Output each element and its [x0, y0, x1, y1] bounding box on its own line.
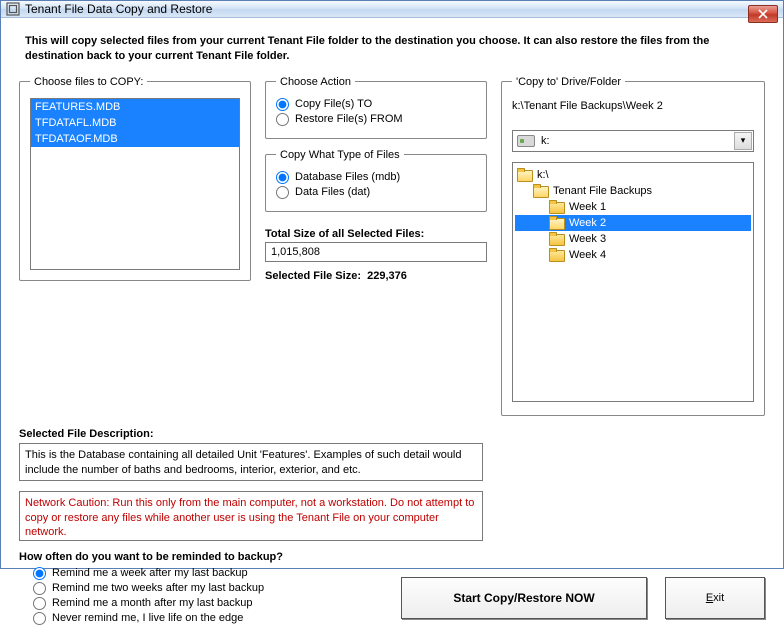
chevron-down-icon[interactable]: ▾	[734, 132, 752, 150]
description-text: This is the Database containing all deta…	[19, 443, 483, 481]
exit-button-rest: xit	[713, 592, 724, 604]
tree-folder-label: Week 2	[569, 217, 606, 229]
radio-restore-from[interactable]: Restore File(s) FROM	[276, 113, 476, 126]
selected-file-size-value: 229,376	[367, 270, 407, 282]
intro-text: This will copy selected files from your …	[25, 34, 759, 64]
description-label: Selected File Description:	[19, 428, 483, 440]
total-size-label: Total Size of all Selected Files:	[265, 228, 487, 240]
tree-root[interactable]: k:\	[515, 167, 751, 183]
exit-button[interactable]: Exit	[665, 577, 765, 619]
radio-dat[interactable]: Data Files (dat)	[276, 186, 476, 199]
list-item[interactable]: FEATURES.MDB	[31, 99, 239, 115]
selected-file-size: Selected File Size: 229,376	[265, 270, 487, 282]
total-size-value: 1,015,808	[265, 242, 487, 262]
client-area: This will copy selected files from your …	[1, 18, 783, 637]
tree-folder-week1[interactable]: Week 1	[515, 199, 751, 215]
radio-copy-to-input[interactable]	[276, 98, 289, 111]
app-window: Tenant File Data Copy and Restore This w…	[0, 0, 784, 569]
titlebar: Tenant File Data Copy and Restore	[1, 1, 783, 18]
radio-mdb-label: Database Files (mdb)	[295, 171, 400, 183]
folder-icon	[549, 232, 565, 245]
file-type-group: Copy What Type of Files Database Files (…	[265, 149, 487, 212]
window-title: Tenant File Data Copy and Restore	[25, 2, 212, 16]
folder-open-icon	[517, 168, 533, 181]
choose-action-legend: Choose Action	[276, 76, 355, 88]
tree-root-label: k:\	[537, 169, 549, 181]
tree-folder-label: Week 4	[569, 249, 606, 261]
radio-remind-month-input[interactable]	[33, 597, 46, 610]
folder-open-icon	[533, 184, 549, 197]
folder-icon	[549, 248, 565, 261]
radio-remind-month-label: Remind me a month after my last backup	[52, 597, 253, 609]
copy-to-legend: 'Copy to' Drive/Folder	[512, 76, 625, 88]
tree-folder-label: Week 3	[569, 233, 606, 245]
radio-remind-never-label: Never remind me, I live life on the edge	[52, 612, 243, 624]
radio-dat-label: Data Files (dat)	[295, 186, 370, 198]
selected-file-size-label: Selected File Size:	[265, 270, 361, 282]
radio-mdb-input[interactable]	[276, 171, 289, 184]
radio-remind-never-input[interactable]	[33, 612, 46, 625]
choose-action-group: Choose Action Copy File(s) TO Restore Fi…	[265, 76, 487, 139]
radio-remind-two-weeks-input[interactable]	[33, 582, 46, 595]
choose-files-legend: Choose files to COPY:	[30, 76, 147, 88]
radio-copy-to-label: Copy File(s) TO	[295, 98, 372, 110]
radio-mdb[interactable]: Database Files (mdb)	[276, 171, 476, 184]
copy-to-path: k:\Tenant File Backups\Week 2	[512, 100, 754, 112]
start-copy-restore-button[interactable]: Start Copy/Restore NOW	[401, 577, 647, 619]
drive-icon	[517, 135, 535, 147]
tree-folder-backups[interactable]: Tenant File Backups	[515, 183, 751, 199]
radio-restore-from-input[interactable]	[276, 113, 289, 126]
list-item[interactable]: TFDATAFL.MDB	[31, 115, 239, 131]
radio-restore-from-label: Restore File(s) FROM	[295, 113, 403, 125]
folder-open-icon	[549, 216, 565, 229]
files-listbox[interactable]: FEATURES.MDB TFDATAFL.MDB TFDATAOF.MDB	[30, 98, 240, 270]
list-item[interactable]: TFDATAOF.MDB	[31, 131, 239, 147]
tree-folder-label: Week 1	[569, 201, 606, 213]
drive-select-value: k:	[541, 135, 550, 147]
tree-folder-label: Tenant File Backups	[553, 185, 652, 197]
folder-icon	[549, 200, 565, 213]
copy-to-group: 'Copy to' Drive/Folder k:\Tenant File Ba…	[501, 76, 765, 416]
remind-heading: How often do you want to be reminded to …	[19, 551, 765, 563]
tree-folder-week2[interactable]: Week 2	[515, 215, 751, 231]
app-icon	[5, 1, 21, 17]
network-caution: Network Caution: Run this only from the …	[19, 491, 483, 541]
radio-remind-two-weeks-label: Remind me two weeks after my last backup	[52, 582, 264, 594]
folder-tree[interactable]: k:\ Tenant File Backups Week 1 Week	[512, 162, 754, 402]
tree-folder-week3[interactable]: Week 3	[515, 231, 751, 247]
choose-files-group: Choose files to COPY: FEATURES.MDB TFDAT…	[19, 76, 251, 281]
drive-select[interactable]: k: ▾	[512, 130, 754, 152]
file-type-legend: Copy What Type of Files	[276, 149, 404, 161]
radio-dat-input[interactable]	[276, 186, 289, 199]
tree-folder-week4[interactable]: Week 4	[515, 247, 751, 263]
radio-copy-to[interactable]: Copy File(s) TO	[276, 98, 476, 111]
